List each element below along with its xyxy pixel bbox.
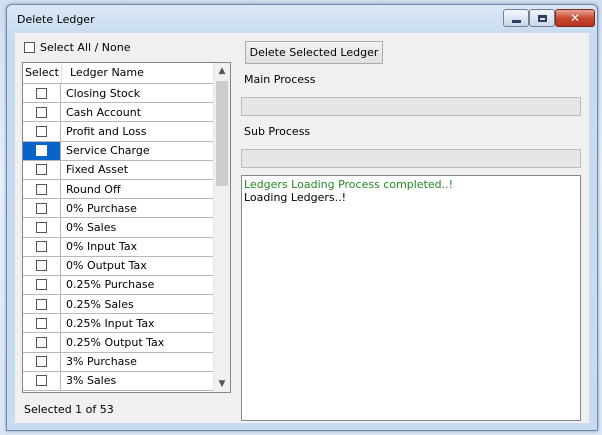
table-row[interactable]: 0.25% Input Tax	[23, 314, 214, 334]
ledger-name-cell[interactable]: 3% Purchase	[61, 353, 214, 371]
ledger-name-cell[interactable]: Service Charge	[61, 142, 214, 160]
close-button[interactable]: ✕	[555, 9, 595, 27]
table-row[interactable]: 3% Purchase	[23, 352, 214, 372]
main-process-progress-bar	[241, 97, 581, 116]
row-select-cell[interactable]	[23, 333, 61, 352]
table-row[interactable]: 3% Sales	[23, 371, 214, 391]
ledger-name-cell[interactable]: 0% Purchase	[61, 199, 214, 217]
ledger-name-cell[interactable]: Profit and Loss	[61, 122, 214, 140]
row-select-cell[interactable]	[23, 371, 61, 390]
row-checkbox[interactable]	[36, 317, 47, 329]
row-checkbox[interactable]	[36, 337, 47, 349]
client-area: Select All / None Select Ledger Name Clo…	[15, 33, 589, 423]
table-row[interactable]: Fixed Asset	[23, 160, 214, 180]
table-row[interactable]: 0.25% Sales	[23, 295, 214, 315]
table-row[interactable]: 0% Input Tax	[23, 237, 214, 257]
row-checkbox[interactable]	[36, 106, 47, 118]
select-all-checkbox[interactable]	[24, 42, 35, 53]
delete-ledger-window: Delete Ledger ✕ Select All / None Select…	[6, 4, 598, 431]
table-row[interactable]: Round Off	[23, 179, 214, 200]
log-line-success: Ledgers Loading Process completed..!	[244, 178, 454, 191]
ledger-name-cell[interactable]: Fixed Asset	[61, 161, 214, 179]
row-checkbox[interactable]	[36, 221, 47, 233]
row-checkbox[interactable]	[36, 183, 47, 195]
close-icon: ✕	[569, 11, 581, 25]
table-row[interactable]: 0.25% Purchase	[23, 275, 214, 296]
row-select-cell[interactable]	[23, 295, 61, 314]
row-checkbox[interactable]	[36, 145, 47, 157]
selection-status: Selected 1 of 53	[24, 403, 114, 416]
title-bar[interactable]: Delete Ledger ✕	[7, 5, 597, 33]
row-select-cell[interactable]	[23, 141, 61, 160]
row-checkbox[interactable]	[36, 241, 47, 253]
ledger-list-scrollbar[interactable]: ▲ ▼	[213, 63, 230, 392]
ledger-name-cell[interactable]: 0% Output Tax	[61, 257, 214, 275]
ledger-name-cell[interactable]: Cash Account	[61, 103, 214, 121]
ledger-rows: Closing Stock Cash Account Profit and Loss…	[23, 84, 214, 391]
row-select-cell[interactable]	[23, 199, 61, 218]
delete-selected-ledger-button[interactable]: Delete Selected Ledger	[245, 41, 383, 64]
scroll-down-button[interactable]: ▼	[214, 376, 230, 392]
ledger-name-cell[interactable]: 0% Input Tax	[61, 238, 214, 256]
row-select-cell[interactable]	[23, 256, 61, 275]
table-row[interactable]: Service Charge	[23, 141, 214, 161]
row-select-cell[interactable]	[23, 103, 61, 122]
minimize-icon	[511, 19, 521, 23]
table-row[interactable]: Closing Stock	[23, 84, 214, 104]
table-row[interactable]: Profit and Loss	[23, 122, 214, 142]
table-row[interactable]: 0.25% Output Tax	[23, 333, 214, 353]
row-select-cell[interactable]	[23, 275, 61, 295]
ledger-name-cell[interactable]: 0.25% Input Tax	[61, 314, 214, 332]
window-title: Delete Ledger	[17, 13, 95, 26]
row-select-cell[interactable]	[23, 122, 61, 141]
ledger-list-header: Select Ledger Name	[23, 63, 214, 84]
maximize-button[interactable]	[529, 9, 555, 27]
column-header-select[interactable]: Select	[23, 63, 62, 83]
table-row[interactable]: 0% Purchase	[23, 199, 214, 219]
sub-process-progress-bar	[241, 149, 581, 168]
table-row[interactable]: 0% Sales	[23, 218, 214, 238]
row-checkbox[interactable]	[36, 356, 47, 368]
log-line-status: Loading Ledgers..!	[244, 191, 346, 204]
ledger-name-cell[interactable]: 0.25% Sales	[61, 295, 214, 313]
row-select-cell[interactable]	[23, 84, 61, 103]
row-checkbox[interactable]	[36, 87, 47, 99]
select-all-toggle[interactable]: Select All / None	[24, 41, 130, 54]
row-checkbox[interactable]	[36, 202, 47, 214]
ledger-name-cell[interactable]: Closing Stock	[61, 84, 214, 102]
row-checkbox[interactable]	[36, 375, 47, 387]
ledger-name-cell[interactable]: 0.25% Purchase	[61, 276, 214, 294]
table-row[interactable]: 0% Output Tax	[23, 256, 214, 276]
ledger-name-cell[interactable]: 0% Sales	[61, 218, 214, 236]
ledger-name-cell[interactable]: 0.25% Output Tax	[61, 333, 214, 351]
sub-process-label: Sub Process	[244, 125, 311, 138]
process-log[interactable]: Ledgers Loading Process completed..! Loa…	[241, 175, 581, 421]
row-select-cell[interactable]	[23, 160, 61, 179]
scroll-up-button[interactable]: ▲	[214, 63, 230, 79]
column-header-ledger-name[interactable]: Ledger Name	[62, 63, 144, 83]
row-select-cell[interactable]	[23, 237, 61, 256]
ledger-list: Select Ledger Name Closing Stock Cash Acc…	[22, 62, 231, 393]
row-checkbox[interactable]	[36, 164, 47, 176]
chevron-up-icon: ▲	[218, 66, 226, 76]
row-select-cell[interactable]	[23, 179, 61, 199]
row-select-cell[interactable]	[23, 352, 61, 371]
row-checkbox[interactable]	[36, 125, 47, 137]
ledger-name-cell[interactable]: Round Off	[61, 180, 214, 198]
row-checkbox[interactable]	[36, 298, 47, 310]
row-checkbox[interactable]	[36, 260, 47, 272]
table-row[interactable]: Cash Account	[23, 103, 214, 123]
maximize-icon	[537, 14, 547, 22]
scroll-thumb[interactable]	[216, 81, 228, 186]
row-checkbox[interactable]	[36, 279, 47, 291]
main-process-label: Main Process	[244, 73, 316, 86]
ledger-name-cell[interactable]: 3% Sales	[61, 372, 214, 390]
chevron-down-icon: ▼	[218, 379, 226, 389]
row-select-cell[interactable]	[23, 314, 61, 333]
row-select-cell[interactable]	[23, 218, 61, 237]
select-all-label: Select All / None	[40, 41, 131, 54]
minimize-button[interactable]	[503, 9, 529, 27]
